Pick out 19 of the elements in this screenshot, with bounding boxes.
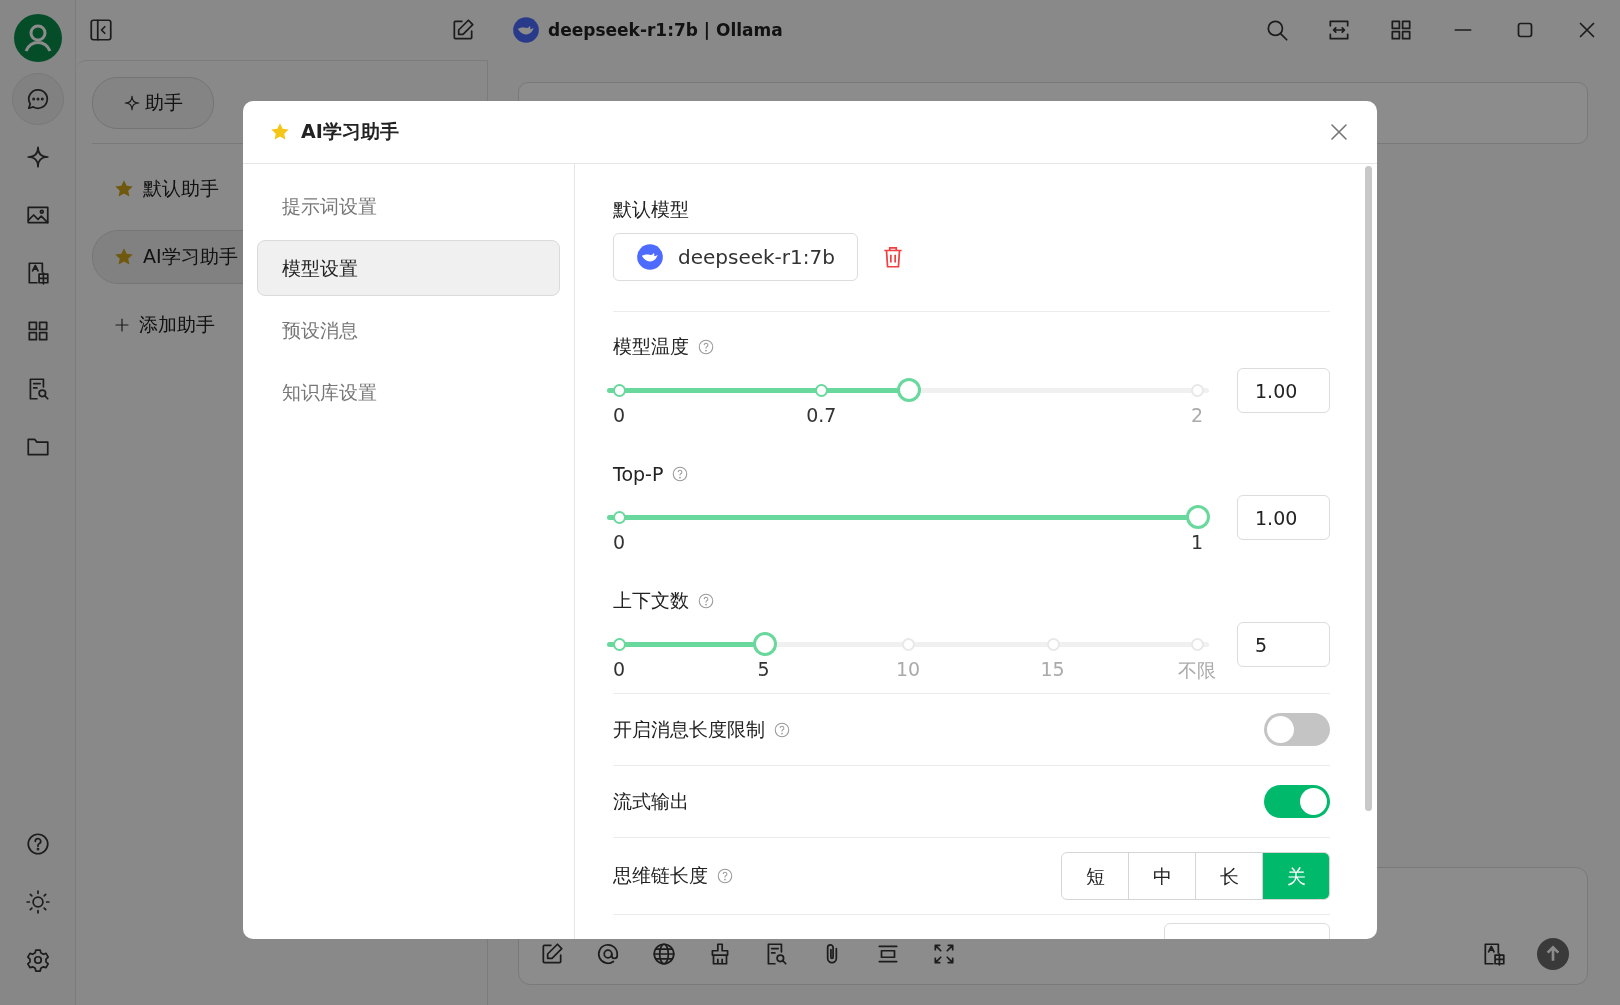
tick-label: 2 xyxy=(1190,404,1204,426)
tick-label: 5 xyxy=(757,658,770,680)
setting-label: 思维链长度 xyxy=(613,863,708,888)
tick-label: 15 xyxy=(1040,658,1065,680)
tick-label: 不限 xyxy=(1178,658,1216,683)
dialog-title: AI学习助手 xyxy=(301,119,399,144)
setting-label: 默认模型 xyxy=(613,197,689,222)
setting-label: 流式输出 xyxy=(613,788,689,814)
setting-label: 模型温度 xyxy=(613,334,689,359)
window-title: deepseek-r1:7b | Ollama xyxy=(548,20,783,40)
setting-label: Top-P xyxy=(613,463,664,485)
tick-label: 1 xyxy=(1190,531,1204,553)
tick-label: 0.7 xyxy=(806,404,837,426)
setting-label: 上下文数 xyxy=(613,588,689,613)
tick-label: 0 xyxy=(612,658,626,680)
tick-label: 0 xyxy=(612,404,626,426)
tick-label: 10 xyxy=(895,658,921,680)
tick-label: 0 xyxy=(612,531,626,553)
setting-label: 开启消息长度限制 xyxy=(613,716,765,742)
